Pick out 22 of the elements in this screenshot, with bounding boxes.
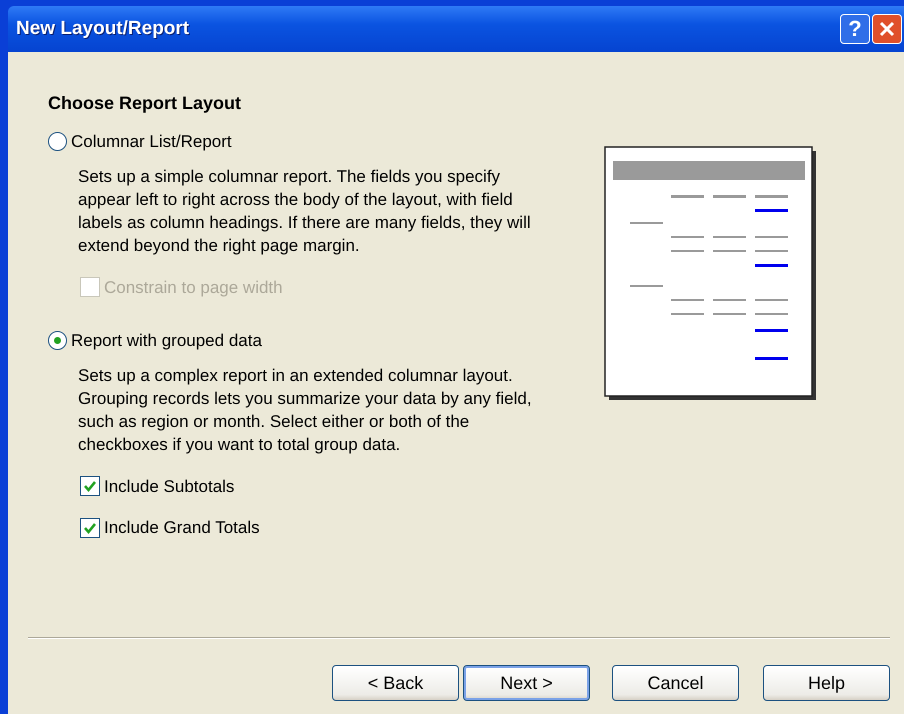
help-button[interactable]: ?	[840, 14, 870, 44]
check-icon	[83, 479, 97, 494]
dialog-button[interactable]: Next >	[463, 665, 590, 701]
radio-label: Report with grouped data	[71, 330, 262, 352]
window-title: New Layout/Report	[16, 16, 190, 41]
radio-button[interactable]	[48, 132, 67, 152]
radio-button[interactable]	[48, 331, 67, 350]
checkbox-label: Include Subtotals	[104, 476, 234, 498]
dialog-button[interactable]: Cancel	[612, 665, 739, 701]
section-heading: Choose Report Layout	[48, 92, 242, 115]
checkbox-label: Constrain to page width	[104, 276, 283, 298]
dialog-button[interactable]: Help	[763, 665, 890, 701]
radio-label: Columnar List/Report	[71, 131, 232, 153]
checkbox[interactable]	[80, 476, 100, 496]
close-button[interactable]	[872, 14, 902, 44]
option-description: Sets up a complex report in an extended columnar layout. Grouping records lets you summarize your data by any field, such as region or month. Select either or both of the checkboxes if you want to total group data.	[77, 364, 533, 456]
checkbox[interactable]	[80, 518, 100, 538]
dialog-button[interactable]: < Back	[332, 665, 459, 701]
checkbox-label: Include Grand Totals	[104, 517, 260, 539]
close-icon	[878, 20, 896, 38]
option-description: Sets up a simple columnar report. The fields you specify appear left to right across the body of the layout, with field labels as column headings. If there are many fields, they will extend beyond the right page margin.	[77, 166, 532, 256]
check-icon	[83, 520, 97, 535]
